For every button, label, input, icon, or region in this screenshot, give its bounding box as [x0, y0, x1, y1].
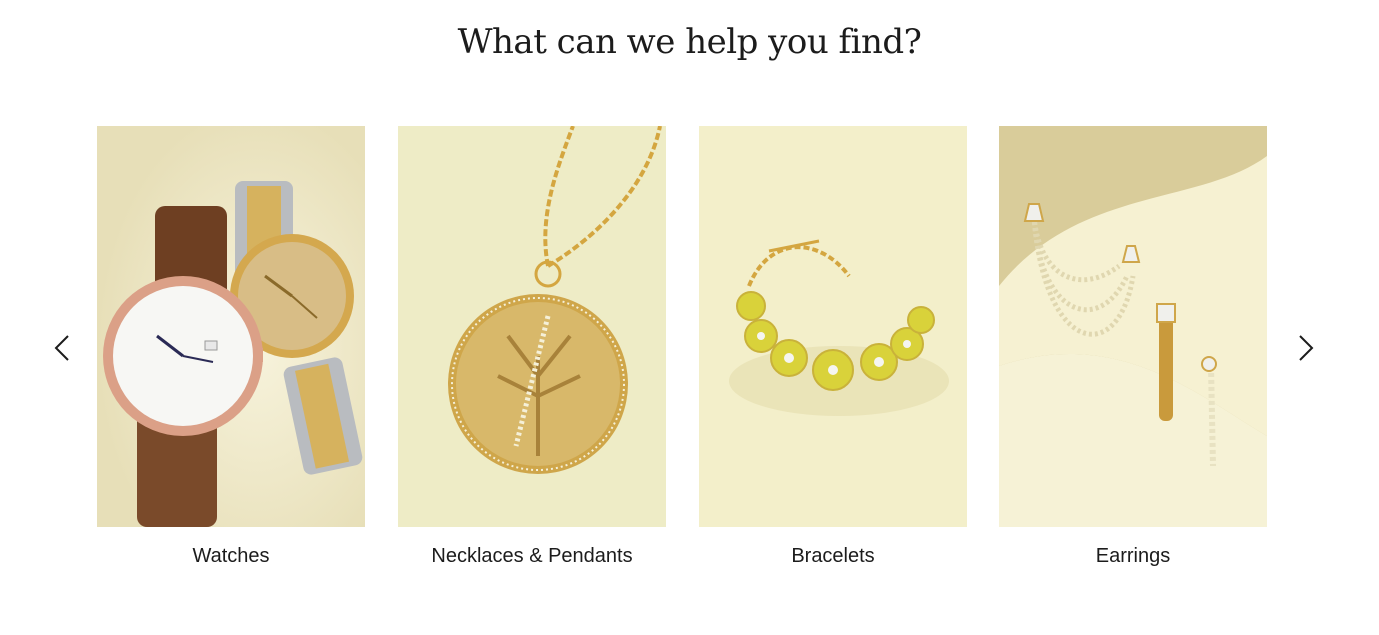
- category-card-earrings[interactable]: Earrings: [999, 126, 1267, 568]
- bracelet-image[interactable]: [699, 126, 967, 527]
- category-label[interactable]: Bracelets: [699, 545, 967, 568]
- page-title: What can we help you find?: [457, 22, 922, 62]
- category-card-bracelets[interactable]: Bracelets: [699, 126, 967, 568]
- carousel-next-button[interactable]: [1290, 333, 1320, 363]
- category-label[interactable]: Watches: [97, 545, 365, 568]
- watches-image[interactable]: [97, 126, 365, 527]
- chevron-left-icon: [54, 335, 69, 361]
- category-card-necklaces-pendants[interactable]: Necklaces & Pendants: [398, 126, 666, 568]
- category-carousel: Watches Necklaces & Pendants Bracelets E…: [97, 126, 1268, 586]
- category-card-watches[interactable]: Watches: [97, 126, 365, 568]
- category-label[interactable]: Necklaces & Pendants: [398, 545, 666, 568]
- carousel-prev-button[interactable]: [48, 333, 78, 363]
- necklace-image[interactable]: [398, 126, 666, 527]
- chevron-right-icon: [1299, 335, 1314, 361]
- earrings-image[interactable]: [999, 126, 1267, 527]
- category-label[interactable]: Earrings: [999, 545, 1267, 568]
